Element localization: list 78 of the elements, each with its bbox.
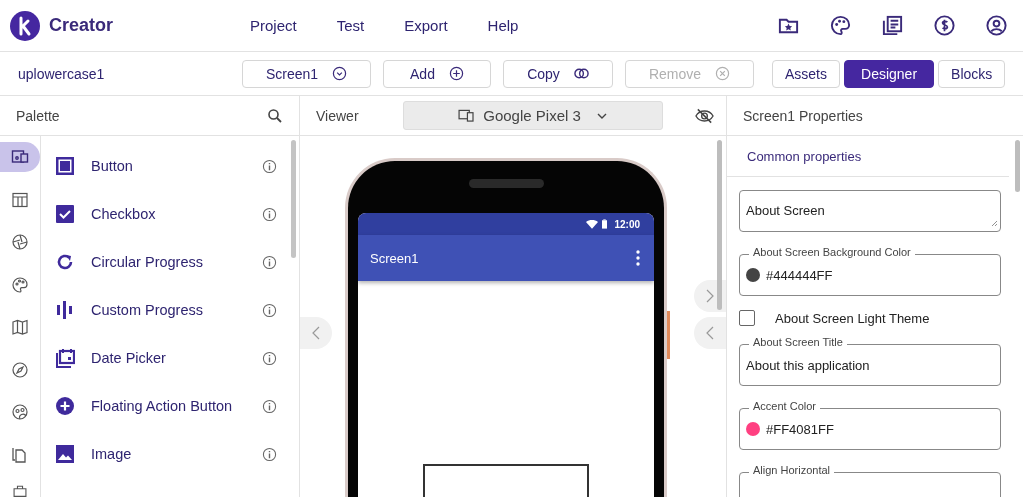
view-tab[interactable]: Designer: [844, 59, 935, 88]
storage-icon: [11, 445, 29, 464]
plus-icon: [448, 66, 464, 81]
social-icon: [11, 403, 29, 422]
info-icon[interactable]: [262, 350, 277, 366]
document-list-icon[interactable]: [881, 14, 904, 37]
remove-icon: [715, 66, 731, 81]
view-tab[interactable]: Blocks: [938, 59, 1006, 88]
info-icon[interactable]: [262, 446, 277, 462]
scrollbar[interactable]: [291, 140, 296, 258]
menu-item[interactable]: Export: [384, 17, 468, 34]
field-label: Accent Color: [749, 400, 820, 412]
custom-component-icon: [55, 300, 75, 320]
circular-component-icon: [55, 252, 75, 272]
search-icon[interactable]: [267, 107, 283, 124]
component-item[interactable]: Image: [91, 446, 261, 462]
checkbox-label: About Screen Light Theme: [775, 310, 930, 326]
panel-title: Palette: [16, 107, 60, 124]
devices-icon: [458, 109, 476, 122]
screen-dropdown[interactable]: Screen1: [242, 59, 371, 88]
account-icon[interactable]: [985, 14, 1008, 37]
component-item[interactable]: Circular Progress: [91, 254, 261, 270]
collapse-handle[interactable]: [694, 317, 726, 349]
media-icon: [11, 233, 29, 252]
field-label: About Screen Title: [749, 336, 847, 348]
dropdown-icon: [332, 66, 348, 81]
component-item[interactable]: Floating Action Button: [91, 398, 261, 414]
image-component-icon: [55, 444, 75, 464]
info-icon[interactable]: [262, 206, 277, 222]
menu-item[interactable]: Test: [316, 17, 385, 34]
status-time: 12:00: [614, 218, 640, 230]
info-icon[interactable]: [262, 398, 277, 414]
fab-component-icon: [55, 396, 75, 416]
component-outline[interactable]: [423, 464, 589, 497]
copy-icon: [573, 66, 589, 81]
field-label: Align Horizontal: [749, 464, 835, 476]
info-icon[interactable]: [262, 158, 277, 174]
checkbox[interactable]: [739, 310, 755, 326]
more-icon[interactable]: [636, 250, 640, 266]
view-tab[interactable]: Assets: [772, 59, 840, 88]
maps-icon: [11, 318, 29, 337]
wifi-icon: [586, 219, 599, 229]
component-item[interactable]: Checkbox: [91, 206, 261, 222]
drawing-icon: [11, 275, 29, 294]
component-item[interactable]: Custom Progress: [91, 302, 261, 318]
section-tab[interactable]: Common properties: [747, 148, 862, 164]
info-icon[interactable]: [262, 254, 277, 270]
palette-icon[interactable]: [829, 14, 852, 37]
logo-icon: [10, 10, 40, 41]
scrollbar[interactable]: [717, 140, 722, 310]
sensors-icon: [11, 360, 29, 379]
date-component-icon: [55, 348, 75, 368]
project-name: uplowercase1: [18, 65, 106, 82]
panel-title: Screen1 Properties: [743, 107, 863, 124]
category-tab[interactable]: [0, 142, 40, 173]
add-button[interactable]: Add: [383, 59, 491, 88]
chevron-down-icon: [596, 112, 607, 119]
info-icon[interactable]: [262, 302, 277, 318]
collapse-handle[interactable]: [300, 317, 332, 349]
resize-grip-icon: [990, 219, 998, 227]
component-item[interactable]: Button: [91, 158, 261, 174]
app-name: Creator: [49, 15, 114, 36]
text-area[interactable]: About Screen: [739, 190, 1001, 232]
menu-item[interactable]: Help: [467, 17, 539, 34]
copy-button[interactable]: Copy: [503, 59, 613, 88]
field-label: About Screen Background Color: [749, 246, 915, 258]
component-item[interactable]: Date Picker: [91, 350, 261, 366]
panel-title: Viewer: [316, 107, 359, 124]
dollar-icon[interactable]: [933, 14, 956, 37]
battery-icon: [602, 219, 608, 229]
scrollbar[interactable]: [1015, 140, 1020, 192]
menu-item[interactable]: Project: [250, 17, 317, 34]
checkbox-component-icon: [55, 204, 75, 224]
eye-off-icon[interactable]: [695, 107, 714, 124]
layout-icon: [11, 190, 29, 209]
device-dropdown[interactable]: Google Pixel 3: [402, 101, 663, 130]
screen-title: Screen1: [370, 250, 419, 266]
button-component-icon: [55, 156, 75, 176]
